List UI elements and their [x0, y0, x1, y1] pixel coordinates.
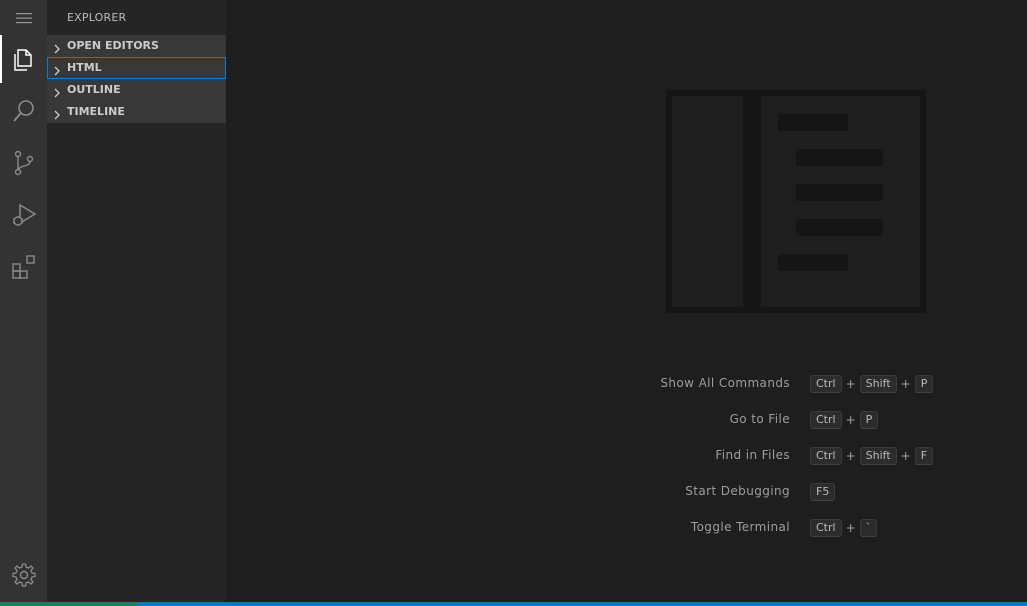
key: Shift [859, 375, 897, 393]
sidebar-title: EXPLORER [67, 11, 127, 24]
activity-explorer[interactable] [0, 35, 47, 83]
key-separator: + [845, 413, 856, 427]
extensions-icon [11, 254, 37, 280]
section-label: TIMELINE [67, 105, 125, 118]
shortcut-start-debugging: Start Debugging F5 [560, 482, 980, 502]
key: Shift [859, 447, 897, 465]
section-label: HTML [67, 61, 102, 74]
files-icon [12, 46, 36, 72]
key: Ctrl [810, 447, 842, 465]
hamburger-menu-icon [15, 12, 32, 24]
shortcut-label: Start Debugging [685, 484, 790, 498]
gear-icon [11, 562, 37, 588]
key: Ctrl [810, 411, 842, 429]
vscode-letterpress-icon [666, 90, 926, 313]
manage-button[interactable] [0, 551, 47, 599]
explorer-sidebar: EXPLORER OPEN EDITORS HTML OUTLINE TIMEL… [47, 0, 226, 602]
activity-bar [0, 0, 47, 602]
shortcut-label: Toggle Terminal [690, 520, 790, 534]
chevron-right-icon [52, 106, 62, 125]
key: P [859, 411, 879, 429]
key: F [914, 447, 934, 465]
section-outline[interactable]: OUTLINE [47, 79, 226, 101]
shortcut-show-all-commands: Show All Commands Ctrl + Shift + P [560, 374, 980, 394]
run-debug-icon [11, 202, 37, 228]
remote-indicator[interactable] [0, 602, 137, 606]
key: P [914, 375, 934, 393]
keybinding: Ctrl + Shift + P [810, 374, 934, 394]
key: ` [859, 519, 878, 537]
section-label: OPEN EDITORS [67, 39, 159, 52]
key: F5 [810, 483, 836, 501]
keybinding: Ctrl + Shift + F [810, 446, 934, 466]
key-separator: + [845, 449, 856, 463]
activity-run-debug[interactable] [0, 191, 47, 239]
status-bar [0, 602, 1027, 606]
keybinding: F5 [810, 482, 836, 502]
shortcut-find-in-files: Find in Files Ctrl + Shift + F [560, 446, 980, 466]
key-separator: + [900, 377, 911, 391]
activity-search[interactable] [0, 87, 47, 135]
shortcut-toggle-terminal: Toggle Terminal Ctrl + ` [560, 518, 980, 538]
shortcut-go-to-file: Go to File Ctrl + P [560, 410, 980, 430]
section-open-editors[interactable]: OPEN EDITORS [47, 35, 226, 57]
section-html[interactable]: HTML [47, 57, 226, 79]
key: Ctrl [810, 519, 842, 537]
keybinding: Ctrl + ` [810, 518, 878, 538]
section-timeline[interactable]: TIMELINE [47, 101, 226, 123]
activity-source-control[interactable] [0, 139, 47, 187]
shortcut-label: Show All Commands [660, 376, 790, 390]
vscode-window: EXPLORER OPEN EDITORS HTML OUTLINE TIMEL… [0, 0, 1027, 606]
search-icon [11, 98, 37, 124]
shortcut-label: Go to File [729, 412, 790, 426]
keybinding: Ctrl + P [810, 410, 879, 430]
key-separator: + [900, 449, 911, 463]
menu-button[interactable] [0, 0, 47, 36]
source-control-icon [12, 150, 36, 176]
key-separator: + [845, 377, 856, 391]
section-label: OUTLINE [67, 83, 121, 96]
key: Ctrl [810, 375, 842, 393]
activity-extensions[interactable] [0, 243, 47, 291]
key-separator: + [845, 521, 856, 535]
shortcut-label: Find in Files [715, 448, 790, 462]
